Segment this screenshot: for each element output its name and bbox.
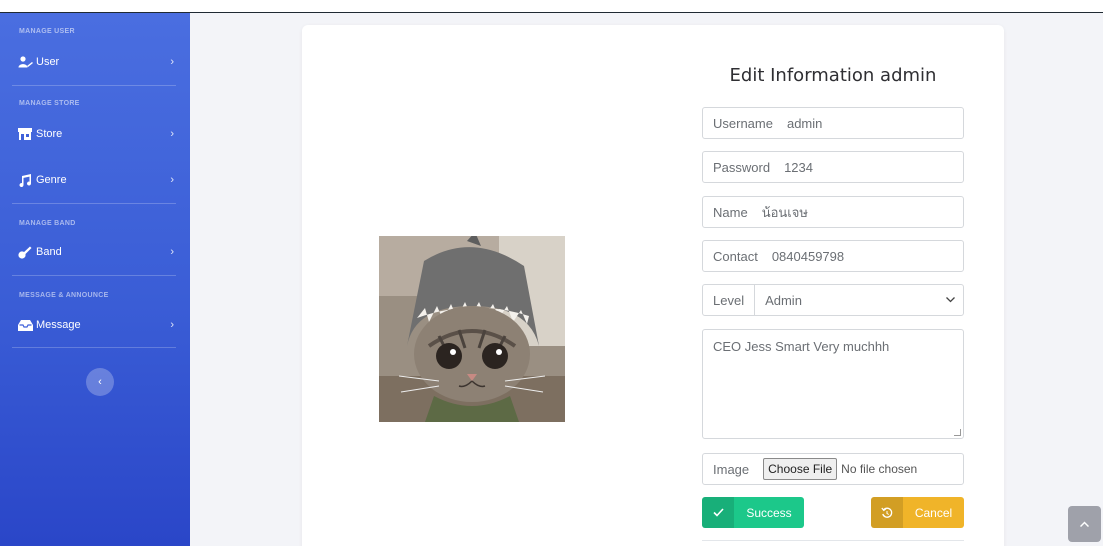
music-icon <box>18 173 36 187</box>
chevron-right-icon: › <box>170 128 174 140</box>
password-field[interactable]: Password 1234 <box>702 151 964 183</box>
inbox-icon <box>18 319 36 331</box>
edit-profile-card: Edit Information admin Username admin Pa… <box>302 25 1004 546</box>
username-label: Username <box>713 115 773 131</box>
sidebar-divider <box>12 203 176 204</box>
level-select[interactable]: Level Admin <box>702 284 964 316</box>
sidebar-item-genre[interactable]: Genre › <box>12 167 180 193</box>
level-value: Admin <box>765 292 802 308</box>
store-icon <box>18 128 36 140</box>
chevron-right-icon: › <box>170 56 174 68</box>
chevron-left-icon: ‹ <box>98 376 102 388</box>
password-value: 1234 <box>784 159 813 175</box>
username-field[interactable]: Username admin <box>702 107 964 139</box>
scroll-to-top-button[interactable] <box>1068 506 1101 542</box>
resize-handle-icon[interactable] <box>954 429 961 436</box>
profile-photo <box>379 236 565 422</box>
sidebar-heading-message: MESSAGE & ANNOUNCE <box>19 292 109 299</box>
divider <box>702 540 964 541</box>
chevron-right-icon: › <box>170 246 174 258</box>
sidebar-item-label: Store <box>36 128 63 140</box>
sidebar-item-message[interactable]: Message › <box>12 312 180 338</box>
chevron-up-icon <box>1079 519 1090 530</box>
success-label: Success <box>746 505 792 520</box>
sidebar-heading-manage-store: MANAGE STORE <box>19 100 80 107</box>
sidebar-item-store[interactable]: Store › <box>12 121 180 147</box>
top-bar <box>0 0 1103 13</box>
name-field[interactable]: Name น้อนเจษ <box>702 196 964 228</box>
image-label: Image <box>713 461 750 477</box>
level-label: Level <box>703 285 756 315</box>
undo-icon <box>871 497 903 528</box>
contact-value: 0840459798 <box>771 248 845 264</box>
sidebar-item-label: Genre <box>36 174 67 186</box>
sidebar-item-label: Message <box>36 319 81 331</box>
name-label: Name <box>713 204 748 220</box>
form-title: Edit Information admin <box>729 65 937 86</box>
sidebar: MANAGE USER User › MANAGE STORE Store › … <box>0 13 190 546</box>
bio-text: CEO Jess Smart Very muchhh <box>713 339 890 354</box>
chevron-right-icon: › <box>170 174 174 186</box>
name-value: น้อนเจษ <box>761 204 808 220</box>
chevron-down-icon <box>946 295 955 305</box>
contact-field[interactable]: Contact 0840459798 <box>702 240 964 272</box>
sidebar-toggle-button[interactable]: ‹ <box>86 368 114 396</box>
sidebar-heading-manage-user: MANAGE USER <box>19 28 75 35</box>
sidebar-divider <box>12 275 176 276</box>
success-button[interactable]: Success <box>702 497 804 528</box>
sidebar-item-label: Band <box>36 246 62 258</box>
sidebar-item-user[interactable]: User › <box>12 49 180 75</box>
guitar-icon <box>18 246 36 259</box>
choose-file-button[interactable]: Choose File <box>763 458 838 480</box>
cancel-label: Cancel <box>914 505 953 520</box>
bio-textarea[interactable]: CEO Jess Smart Very muchhh <box>702 329 964 439</box>
sidebar-item-band[interactable]: Band › <box>12 239 180 265</box>
sidebar-item-label: User <box>36 56 60 68</box>
password-label: Password <box>713 159 771 175</box>
sidebar-divider <box>12 85 176 86</box>
file-status: No file chosen <box>841 462 918 476</box>
cancel-button[interactable]: Cancel <box>871 497 964 528</box>
sidebar-heading-manage-band: MANAGE BAND <box>19 220 76 227</box>
contact-label: Contact <box>713 248 758 264</box>
check-icon <box>702 497 734 528</box>
user-icon <box>18 56 36 68</box>
image-upload-field: Image Choose File No file chosen <box>702 453 964 485</box>
username-value: admin <box>786 115 823 131</box>
chevron-right-icon: › <box>170 319 174 331</box>
sidebar-divider <box>12 347 176 348</box>
